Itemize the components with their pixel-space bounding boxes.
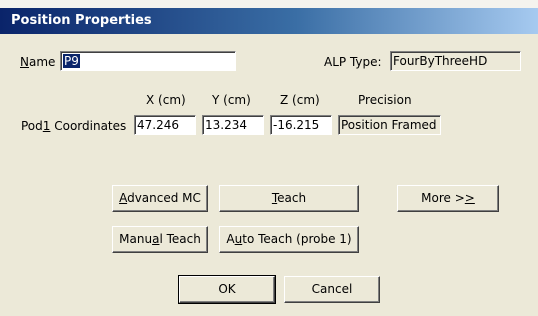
- cancel-button[interactable]: Cancel: [284, 276, 380, 303]
- ok-button[interactable]: OK: [178, 275, 276, 304]
- alp-type-field: FourByThreeHD: [390, 51, 521, 71]
- position-properties-dialog: Position Properties Name P9 ALP Type: Fo…: [0, 0, 538, 316]
- y-coordinate-input[interactable]: 13.234: [202, 115, 264, 135]
- more-button[interactable]: More >>: [397, 185, 499, 212]
- auto-teach-button[interactable]: Auto Teach (probe 1): [219, 226, 359, 253]
- window-title: Position Properties: [11, 13, 152, 28]
- title-bar[interactable]: Position Properties: [0, 8, 538, 34]
- manual-teach-button[interactable]: Manual Teach: [112, 226, 208, 253]
- precision-field: Position Framed: [338, 115, 441, 135]
- y-header: Y (cm): [212, 93, 251, 107]
- name-label: Name: [20, 55, 56, 69]
- precision-header: Precision: [358, 93, 412, 107]
- teach-button[interactable]: Teach: [219, 185, 359, 212]
- advanced-mc-button[interactable]: Advanced MC: [112, 185, 208, 212]
- z-coordinate-input[interactable]: -16.215: [270, 115, 332, 135]
- x-header: X (cm): [146, 93, 186, 107]
- name-input[interactable]: P9: [60, 51, 236, 71]
- x-coordinate-input[interactable]: 47.246: [134, 115, 196, 135]
- alp-type-label: ALP Type:: [324, 55, 382, 69]
- pod-coordinates-label: Pod1 Coordinates: [21, 119, 127, 133]
- z-header: Z (cm): [280, 93, 320, 107]
